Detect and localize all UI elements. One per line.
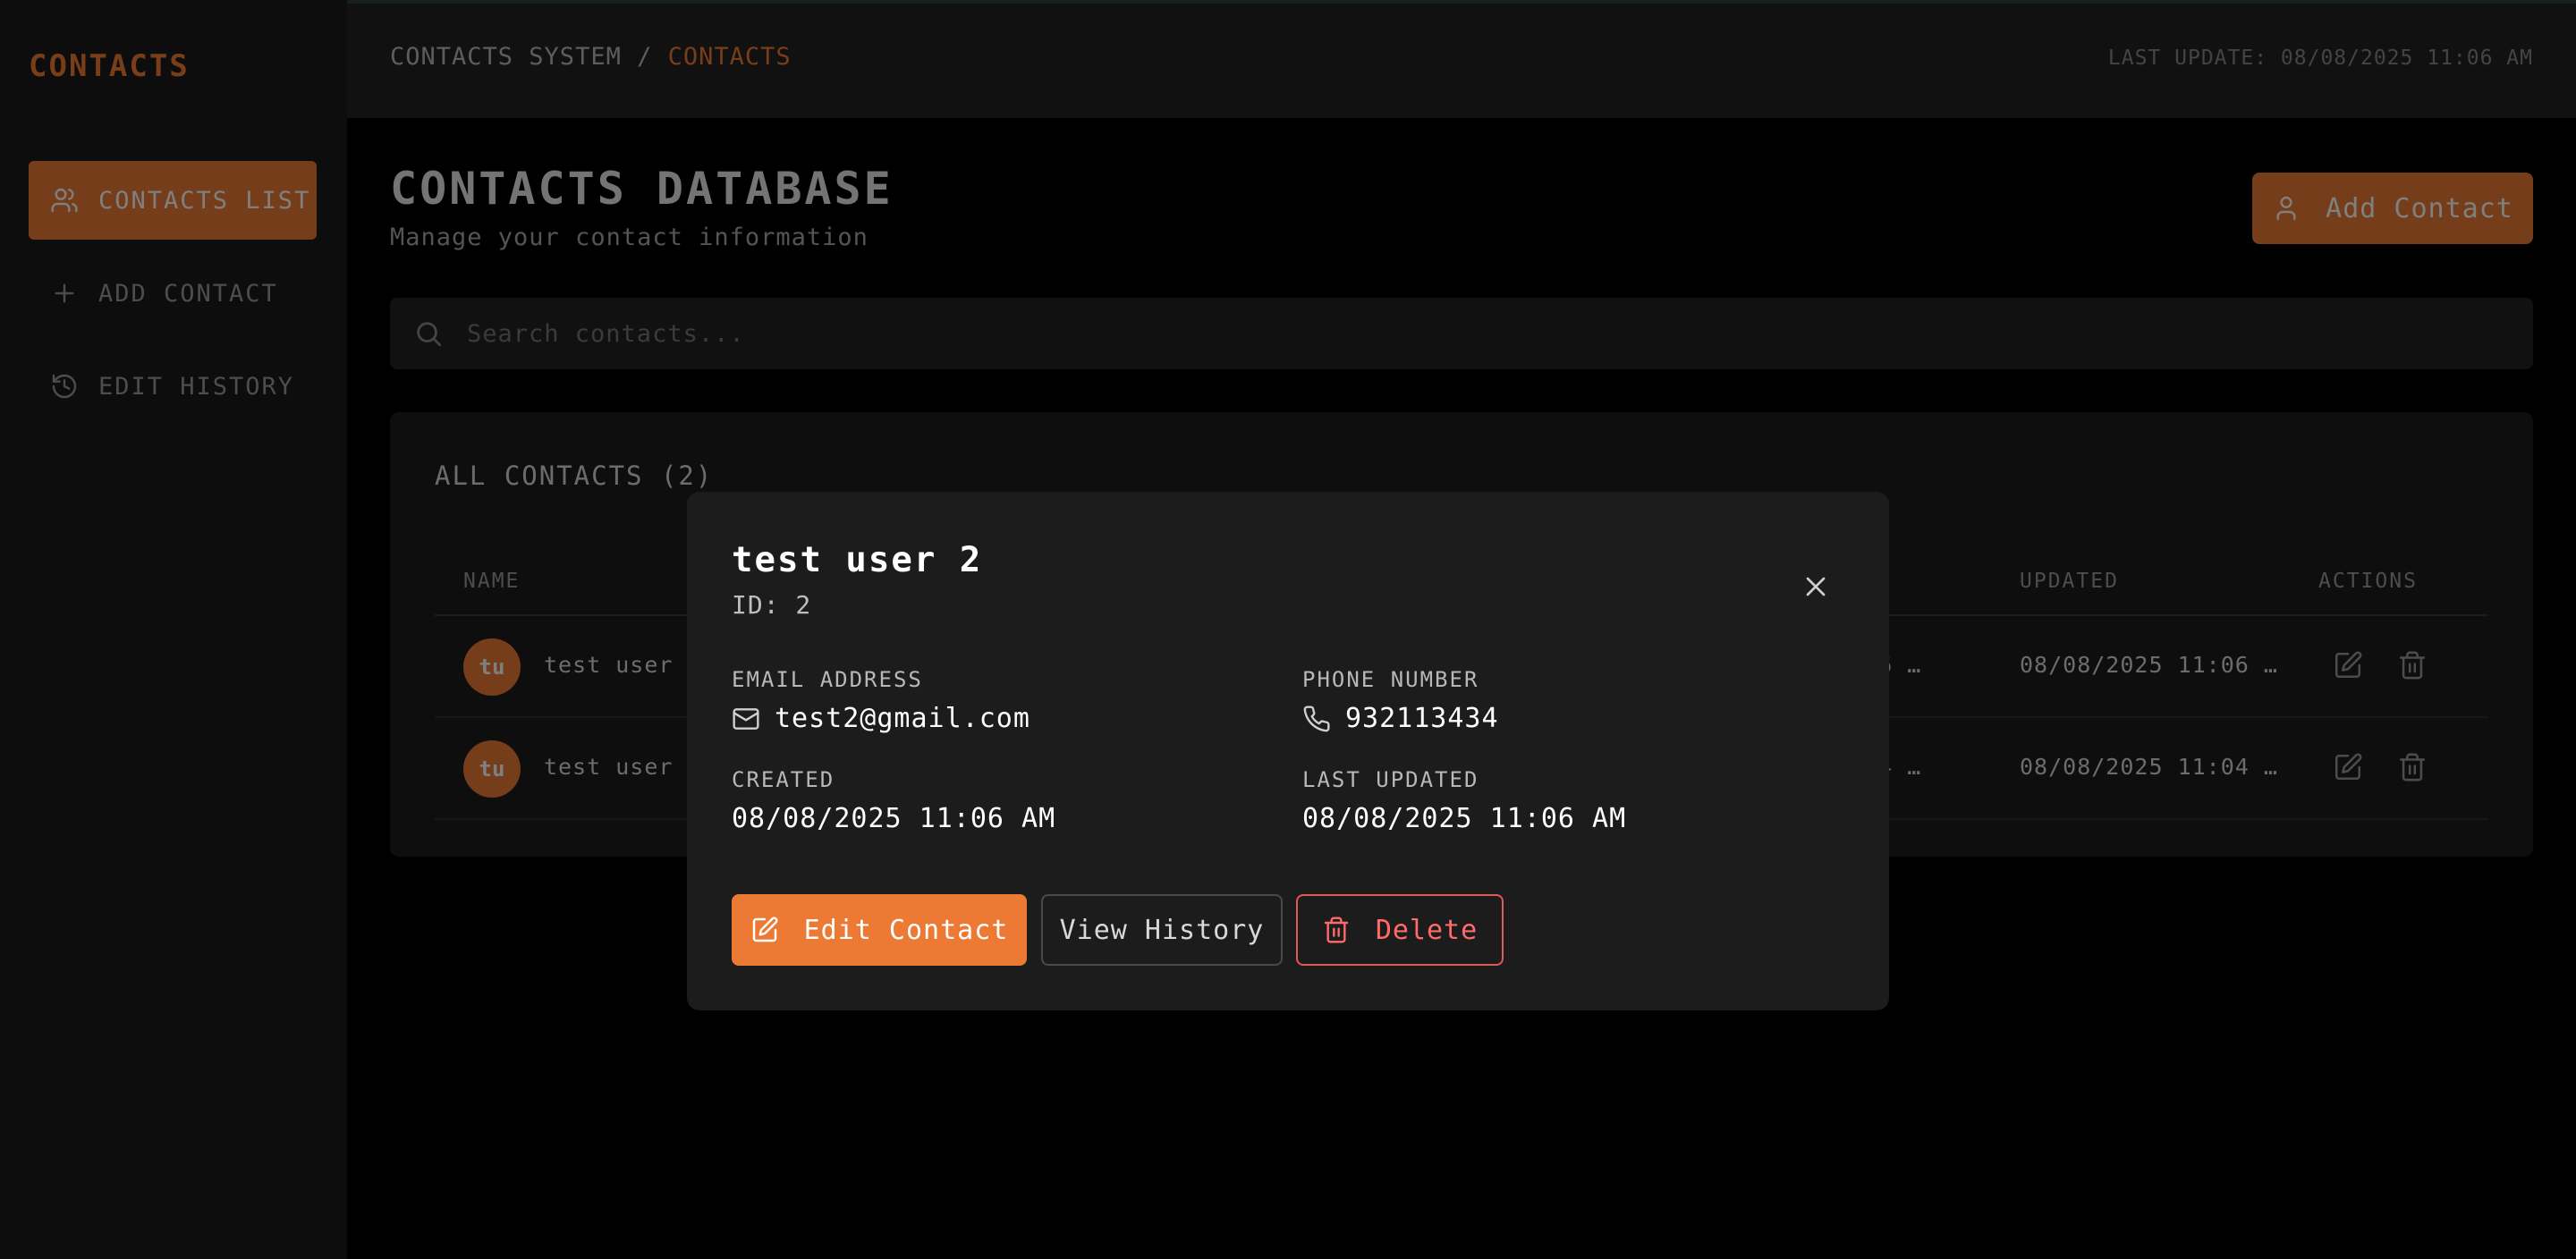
last-updated-value: 08/08/2025 11:06 AM [1302,803,1627,834]
modal-contact-id: ID: 2 [732,590,812,620]
edit-icon [752,917,778,942]
view-history-label: View History [1059,914,1265,946]
phone-text: 932113434 [1345,703,1499,734]
edit-contact-button[interactable]: Edit Contact [732,894,1027,966]
view-history-button[interactable]: View History [1041,894,1283,966]
delete-label: Delete [1375,914,1479,946]
phone-value: 932113434 [1302,703,1499,734]
modal-contact-name: test user 2 [732,540,983,580]
phone-icon [1303,705,1330,731]
created-value: 08/08/2025 11:06 AM [732,803,1056,834]
edit-contact-label: Edit Contact [803,914,1009,946]
mail-icon [733,707,759,730]
email-label: EMAIL ADDRESS [732,667,923,692]
email-text: test2@gmail.com [775,703,1030,734]
delete-button[interactable]: Delete [1296,894,1504,966]
contact-detail-modal: test user 2 ID: 2 EMAIL ADDRESS test2@gm… [687,492,1889,1010]
close-icon[interactable] [1800,570,1832,603]
created-label: CREATED [732,767,835,792]
email-value: test2@gmail.com [732,703,1030,734]
trash-icon [1324,917,1349,943]
phone-label: PHONE NUMBER [1302,667,1479,692]
last-updated-label: LAST UPDATED [1302,767,1479,792]
